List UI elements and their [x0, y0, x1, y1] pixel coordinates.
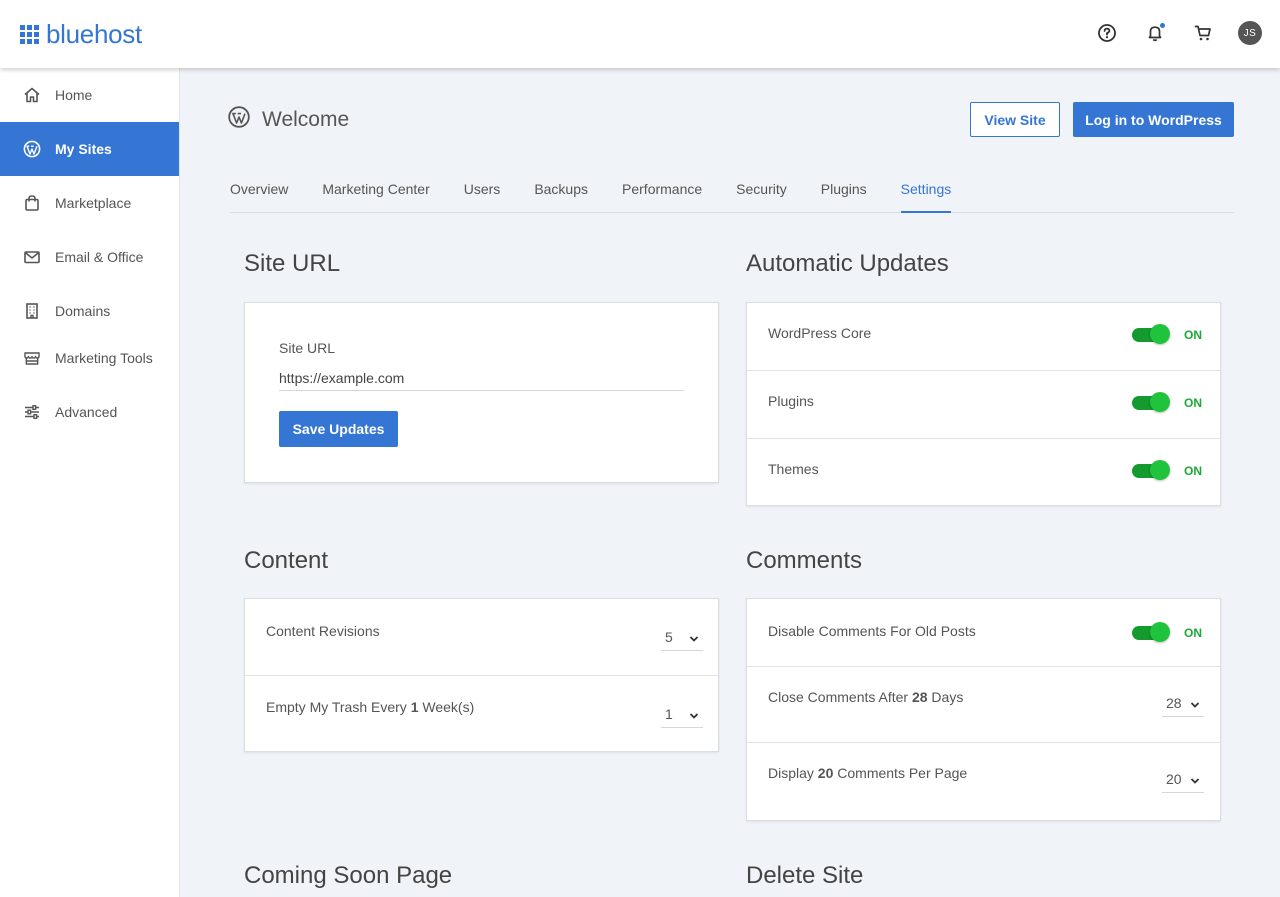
tab-security[interactable]: Security: [736, 175, 787, 213]
content-heading: Content: [244, 547, 329, 574]
themes-toggle[interactable]: [1132, 460, 1170, 480]
update-row-wordpress-core: WordPress Core ON: [747, 303, 1220, 371]
update-row-plugins: Plugins ON: [747, 371, 1220, 439]
chevron-down-icon: [689, 708, 699, 724]
login-wordpress-button[interactable]: Log in to WordPress: [1073, 102, 1234, 137]
site-url-label: Site URL: [279, 340, 336, 356]
disable-old-comments-toggle[interactable]: [1132, 622, 1170, 642]
tab-users[interactable]: Users: [464, 175, 501, 213]
close-comments-label: Close Comments After 28 Days: [768, 689, 964, 705]
main-content: Welcome View Site Log in to WordPress Ov…: [181, 68, 1280, 897]
update-row-label: Plugins: [768, 393, 814, 409]
sidebar-item-marketing-tools[interactable]: Marketing Tools: [0, 338, 179, 378]
top-header: bluehost JS: [0, 0, 1280, 68]
sliders-icon: [22, 402, 42, 422]
cart-icon[interactable]: [1190, 20, 1216, 46]
logo-text: bluehost: [46, 19, 142, 49]
tab-performance[interactable]: Performance: [622, 175, 702, 213]
user-avatar[interactable]: JS: [1238, 21, 1262, 45]
chevron-down-icon: [1190, 773, 1200, 789]
close-comments-select[interactable]: 28: [1162, 689, 1204, 717]
select-value: 28: [1166, 694, 1182, 711]
site-url-card: Site URL Save Updates: [244, 302, 719, 483]
header-actions: JS: [1072, 20, 1262, 46]
delete-site-heading: Delete Site: [746, 862, 864, 889]
sidebar-item-label: My Sites: [55, 141, 112, 157]
comments-heading: Comments: [746, 547, 863, 574]
sidebar-item-advanced[interactable]: Advanced: [0, 385, 179, 439]
comments-per-page-row: Display 20 Comments Per Page 20: [747, 743, 1220, 820]
sidebar-item-my-sites[interactable]: My Sites: [0, 122, 179, 176]
wordpress-logo-icon: [228, 106, 250, 133]
sidebar: Home My Sites Marketplace Email & Office…: [0, 68, 180, 897]
update-row-label: Themes: [768, 461, 819, 477]
empty-trash-select[interactable]: 1: [661, 700, 703, 728]
site-url-input[interactable]: [279, 365, 684, 391]
comments-card: Disable Comments For Old Posts ON Close …: [746, 598, 1221, 821]
chevron-down-icon: [1190, 697, 1200, 713]
sidebar-item-label: Home: [55, 87, 93, 103]
shopping-bag-icon: [22, 193, 42, 213]
chevron-down-icon: [689, 631, 699, 647]
update-row-label: WordPress Core: [768, 325, 872, 341]
content-revisions-row: Content Revisions 5: [245, 599, 718, 676]
sidebar-item-domains[interactable]: Domains: [0, 284, 179, 338]
bluehost-logo[interactable]: bluehost: [20, 20, 142, 48]
comments-per-page-select[interactable]: 20: [1162, 765, 1204, 793]
store-icon: [22, 348, 42, 368]
plugins-toggle[interactable]: [1132, 392, 1170, 412]
save-updates-button[interactable]: Save Updates: [279, 411, 398, 447]
tab-overview[interactable]: Overview: [230, 175, 288, 213]
page-title: Welcome: [262, 107, 350, 131]
sidebar-item-marketplace[interactable]: Marketplace: [0, 176, 179, 230]
toggle-state-label: ON: [1184, 464, 1202, 478]
content-revisions-select[interactable]: 5: [661, 623, 703, 651]
select-value: 5: [665, 628, 673, 645]
view-site-button[interactable]: View Site: [970, 102, 1060, 137]
notification-dot: [1159, 22, 1166, 29]
wordpress-icon: [22, 139, 42, 159]
toggle-state-label: ON: [1184, 396, 1202, 410]
wordpress-core-toggle[interactable]: [1132, 324, 1170, 344]
automatic-updates-card: WordPress Core ON Plugins ON Themes ON: [746, 302, 1221, 506]
select-value: 1: [665, 705, 673, 722]
automatic-updates-heading: Automatic Updates: [746, 250, 949, 277]
tab-marketing-center[interactable]: Marketing Center: [322, 175, 429, 213]
update-row-themes: Themes ON: [747, 439, 1220, 505]
toggle-state-label: ON: [1184, 626, 1202, 640]
logo-grid-icon: [20, 24, 39, 44]
select-value: 20: [1166, 770, 1182, 787]
empty-trash-row: Empty My Trash Every 1 Week(s) 1: [245, 676, 718, 751]
tab-backups[interactable]: Backups: [534, 175, 588, 213]
sidebar-item-home[interactable]: Home: [0, 68, 179, 122]
site-url-heading: Site URL: [244, 250, 341, 277]
page-header: Welcome: [228, 106, 349, 133]
coming-soon-heading: Coming Soon Page: [244, 862, 453, 889]
site-tabs: Overview Marketing Center Users Backups …: [230, 175, 1234, 213]
help-icon[interactable]: [1094, 20, 1120, 46]
sidebar-item-label: Email & Office: [55, 249, 144, 265]
comments-per-page-label: Display 20 Comments Per Page: [768, 765, 968, 781]
building-icon: [22, 301, 42, 321]
content-revisions-label: Content Revisions: [266, 623, 380, 639]
content-card: Content Revisions 5 Empty My Trash Every…: [244, 598, 719, 752]
home-icon: [22, 85, 42, 105]
disable-old-comments-row: Disable Comments For Old Posts ON: [747, 599, 1220, 667]
empty-trash-label: Empty My Trash Every 1 Week(s): [266, 699, 475, 715]
sidebar-item-label: Advanced: [55, 404, 118, 420]
tab-plugins[interactable]: Plugins: [821, 175, 867, 213]
sidebar-item-label: Domains: [55, 303, 111, 319]
toggle-state-label: ON: [1184, 328, 1202, 342]
envelope-icon: [22, 247, 42, 267]
disable-old-comments-label: Disable Comments For Old Posts: [768, 623, 976, 639]
bell-icon[interactable]: [1142, 20, 1168, 46]
sidebar-item-label: Marketing Tools: [55, 350, 153, 366]
close-comments-row: Close Comments After 28 Days 28: [747, 667, 1220, 743]
tab-settings[interactable]: Settings: [900, 175, 952, 213]
sidebar-item-email-office[interactable]: Email & Office: [0, 230, 179, 284]
sidebar-item-label: Marketplace: [55, 195, 132, 211]
